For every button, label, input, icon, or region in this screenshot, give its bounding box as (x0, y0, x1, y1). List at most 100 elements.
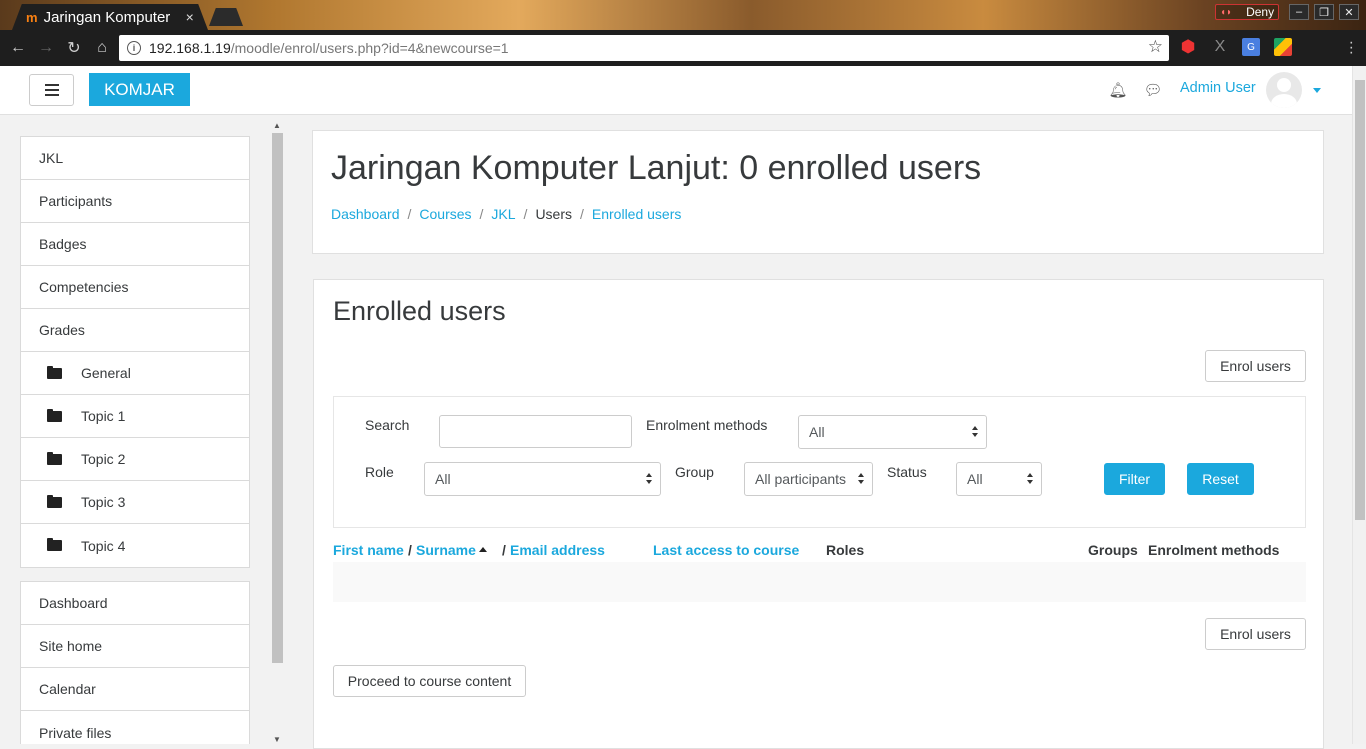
column-surname-label: Surname (416, 542, 476, 558)
browser-tab[interactable]: m Jaringan Komputer × (12, 4, 208, 30)
enrolment-methods-label: Enrolment methods (646, 417, 768, 433)
nav-item-label: Participants (39, 193, 113, 209)
breadcrumb-jkl[interactable]: JKL (491, 206, 515, 222)
status-label: Status (887, 464, 927, 480)
nav-item-topic-2[interactable]: Topic 2 (21, 438, 249, 481)
column-separator: / (502, 542, 506, 558)
search-input[interactable] (439, 415, 632, 448)
nav-item-calendar[interactable]: Calendar (21, 668, 249, 711)
forward-icon[interactable]: → (36, 38, 56, 58)
nav-item-dashboard[interactable]: Dashboard (21, 582, 249, 625)
translate-icon[interactable]: G (1242, 38, 1260, 56)
new-tab-button[interactable] (209, 8, 243, 26)
maximize-icon[interactable]: ❐ (1314, 4, 1334, 20)
nav-item-topic-1[interactable]: Topic 1 (21, 395, 249, 438)
proceed-to-course-button[interactable]: Proceed to course content (333, 665, 526, 697)
user-name[interactable]: Admin User (1180, 80, 1256, 96)
home-icon[interactable]: ⌂ (92, 38, 112, 58)
profile-name: Deny (1246, 5, 1275, 19)
breadcrumb-users: Users (535, 206, 572, 222)
breadcrumb-courses[interactable]: Courses (419, 206, 471, 222)
x-extension-icon[interactable]: X (1211, 38, 1229, 56)
site-header: KOMJAR 🔔︎ 💬︎ Admin User (0, 66, 1352, 115)
enrol-users-button-top[interactable]: Enrol users (1205, 350, 1306, 382)
chat-icon[interactable]: 💬︎ (1143, 81, 1162, 99)
profile-button[interactable]: ◖◗ Deny (1215, 4, 1279, 20)
nav-item-grades[interactable]: Grades (21, 309, 249, 352)
folder-icon (47, 365, 62, 379)
breadcrumb: Dashboard / Courses / JKL / Users / Enro… (331, 206, 681, 222)
nav-item-private-files[interactable]: Private files (21, 711, 249, 744)
nav-item-topic-3[interactable]: Topic 3 (21, 481, 249, 524)
nav-item-topic-4[interactable]: Topic 4 (21, 524, 249, 567)
role-select[interactable]: All (424, 462, 661, 496)
folder-icon (47, 408, 62, 422)
reset-button[interactable]: Reset (1187, 463, 1254, 495)
nav-item-jkl[interactable]: JKL (21, 137, 249, 180)
star-icon[interactable]: ☆ (1148, 37, 1163, 57)
column-roles: Roles (826, 542, 865, 558)
caret-down-icon[interactable] (1313, 88, 1321, 93)
nav-item-label: Topic 4 (81, 537, 126, 554)
drawer-scrollbar-thumb[interactable] (272, 133, 283, 663)
moodle-favicon: m (26, 9, 38, 25)
status-select[interactable]: All (956, 462, 1042, 496)
page-header-card: Jaringan Komputer Lanjut: 0 enrolled use… (312, 130, 1324, 254)
breadcrumb-enrolled-users[interactable]: Enrolled users (592, 206, 682, 222)
url-path: /moodle/enrol/users.php?id=4&newcourse=1 (230, 40, 509, 56)
browser-toolbar: ← → ↻ ⌂ i 192.168.1.19/moodle/enrol/user… (0, 30, 1366, 66)
tab-title: Jaringan Komputer (43, 8, 171, 26)
page-scrollbar[interactable] (1352, 66, 1366, 744)
nav-item-site-home[interactable]: Site home (21, 625, 249, 668)
address-bar[interactable]: i 192.168.1.19/moodle/enrol/users.php?id… (119, 35, 1169, 61)
opera-icon[interactable]: ⬢ (1179, 37, 1197, 56)
browser-titlebar: m Jaringan Komputer × ◖◗ Deny – ❐ ✕ (0, 0, 1366, 30)
nav-item-general[interactable]: General (21, 352, 249, 395)
group-select[interactable]: All participants (744, 462, 873, 496)
enrol-users-button-bottom[interactable]: Enrol users (1205, 618, 1306, 650)
column-first-name[interactable]: First name (333, 542, 404, 558)
minimize-icon[interactable]: – (1289, 4, 1309, 20)
nav-item-label: Topic 1 (81, 408, 126, 424)
filter-form: Search Enrolment methods All Role All Gr… (333, 396, 1306, 528)
role-label: Role (365, 464, 394, 480)
column-surname[interactable]: Surname (416, 542, 487, 558)
column-email[interactable]: Email address (510, 542, 605, 558)
breadcrumb-separator: / (580, 206, 584, 222)
nav-item-label: Grades (39, 322, 85, 338)
bell-icon[interactable]: 🔔︎ (1108, 81, 1127, 99)
breadcrumb-dashboard[interactable]: Dashboard (331, 206, 400, 222)
drive-icon[interactable] (1274, 38, 1292, 56)
menu-dots-icon[interactable]: · · · (1349, 35, 1354, 61)
reload-icon[interactable]: ↻ (64, 38, 84, 58)
select-value: All (435, 471, 451, 487)
select-value: All participants (755, 471, 847, 487)
window-close-icon[interactable]: ✕ (1339, 4, 1359, 20)
drawer-scrollbar[interactable]: ▲ ▼ (271, 121, 284, 744)
nav-item-competencies[interactable]: Competencies (21, 266, 249, 309)
site-brand[interactable]: KOMJAR (89, 73, 190, 106)
tab-close-icon[interactable]: × (186, 9, 194, 25)
avatar[interactable] (1266, 72, 1302, 108)
scroll-up-icon[interactable]: ▲ (273, 121, 281, 130)
column-last-access[interactable]: Last access to course (653, 542, 799, 558)
info-icon[interactable]: i (127, 41, 141, 55)
back-icon[interactable]: ← (8, 38, 28, 58)
select-arrows-icon (646, 473, 652, 485)
enrolment-methods-select[interactable]: All (798, 415, 987, 449)
nav-item-label: Topic 3 (81, 494, 126, 510)
select-arrows-icon (858, 473, 864, 485)
scroll-down-icon[interactable]: ▼ (273, 735, 281, 744)
select-arrows-icon (1027, 473, 1033, 485)
nav-item-badges[interactable]: Badges (21, 223, 249, 266)
menu-icon[interactable] (29, 74, 74, 106)
nav-item-participants[interactable]: Participants (21, 180, 249, 223)
profile-icon: ◖◗ (1220, 6, 1233, 18)
search-label: Search (365, 417, 410, 433)
breadcrumb-separator: / (479, 206, 484, 222)
column-groups: Groups (1088, 542, 1138, 558)
page-scrollbar-thumb[interactable] (1355, 80, 1365, 520)
nav-item-label: Dashboard (39, 595, 108, 611)
nav-item-label: Competencies (39, 279, 129, 295)
filter-button[interactable]: Filter (1104, 463, 1165, 495)
